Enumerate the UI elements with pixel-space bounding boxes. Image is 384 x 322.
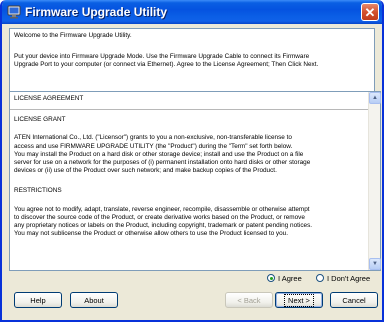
restrictions-heading: RESTRICTIONS [14,187,62,195]
license-scrollbar[interactable]: ▲ ▼ [368,92,381,270]
disagree-option[interactable]: I Don't Agree [316,272,370,284]
firmware-upgrade-window: Firmware Upgrade Utility ✕ Welcome to th… [0,0,384,322]
restrictions-paragraph: You agree not to modify, adapt, translat… [14,206,364,239]
welcome-text: Welcome to the Firmware Upgrade Utility. [14,32,132,39]
cancel-button-label: Cancel [342,295,366,305]
instruction-line-2: Upgrade Port to your computer (or connec… [14,61,319,69]
help-button[interactable]: Help [14,292,62,308]
scroll-up-arrow-icon[interactable]: ▲ [369,92,381,104]
back-button[interactable]: < Back [225,292,273,308]
license-text-area: LICENSE AGREEMENT LICENSE GRANT ATEN Int… [10,92,368,270]
restrictions-line: You may not sublicense the Product or ot… [14,230,289,238]
instruction-line-1: Put your device into Firmware Upgrade Mo… [14,53,310,61]
disagree-radio[interactable] [316,274,324,282]
license-grant-line: access and use FIRMWARE UPGRADE UTILITY … [14,142,293,150]
license-grant-heading: LICENSE GRANT [14,116,66,124]
agree-option[interactable]: I Agree [267,272,302,284]
restrictions-line: any proprietary notices or labels on the… [14,222,313,230]
agree-radio[interactable] [267,274,275,282]
license-grant-line: You may install the Product on a hard di… [14,150,304,158]
window-title: Firmware Upgrade Utility [25,5,168,19]
license-grant-line: ATEN International Co., Ltd. ("Licensor"… [14,134,292,142]
license-grant-paragraph: ATEN International Co., Ltd. ("Licensor"… [14,134,364,175]
help-button-label: Help [30,295,46,305]
license-grant-line: devices or (ii) use of the Product over … [14,167,277,175]
license-grant-line: server for use on a network for the purp… [14,159,311,167]
license-heading: LICENSE AGREEMENT [14,95,84,102]
about-button[interactable]: About [70,292,118,308]
next-button-label: Next > [284,293,314,307]
about-button-label: About [84,295,104,305]
title-bar[interactable]: Firmware Upgrade Utility ✕ [2,0,382,24]
restrictions-line: to discover the source code of the Produ… [14,213,305,221]
cancel-button[interactable]: Cancel [330,292,378,308]
close-button[interactable]: ✕ [361,3,379,21]
disagree-label: I Don't Agree [327,273,371,283]
close-icon: ✕ [364,4,376,20]
restrictions-line: You agree not to modify, adapt, translat… [14,205,310,213]
scroll-down-arrow-icon[interactable]: ▼ [369,258,381,270]
next-button[interactable]: Next > [275,292,323,308]
license-divider [10,109,368,111]
license-agreement-box[interactable]: LICENSE AGREEMENT LICENSE GRANT ATEN Int… [9,91,381,271]
monitor-icon [7,5,21,19]
back-button-label: < Back [237,295,261,305]
agree-label: I Agree [278,273,302,283]
